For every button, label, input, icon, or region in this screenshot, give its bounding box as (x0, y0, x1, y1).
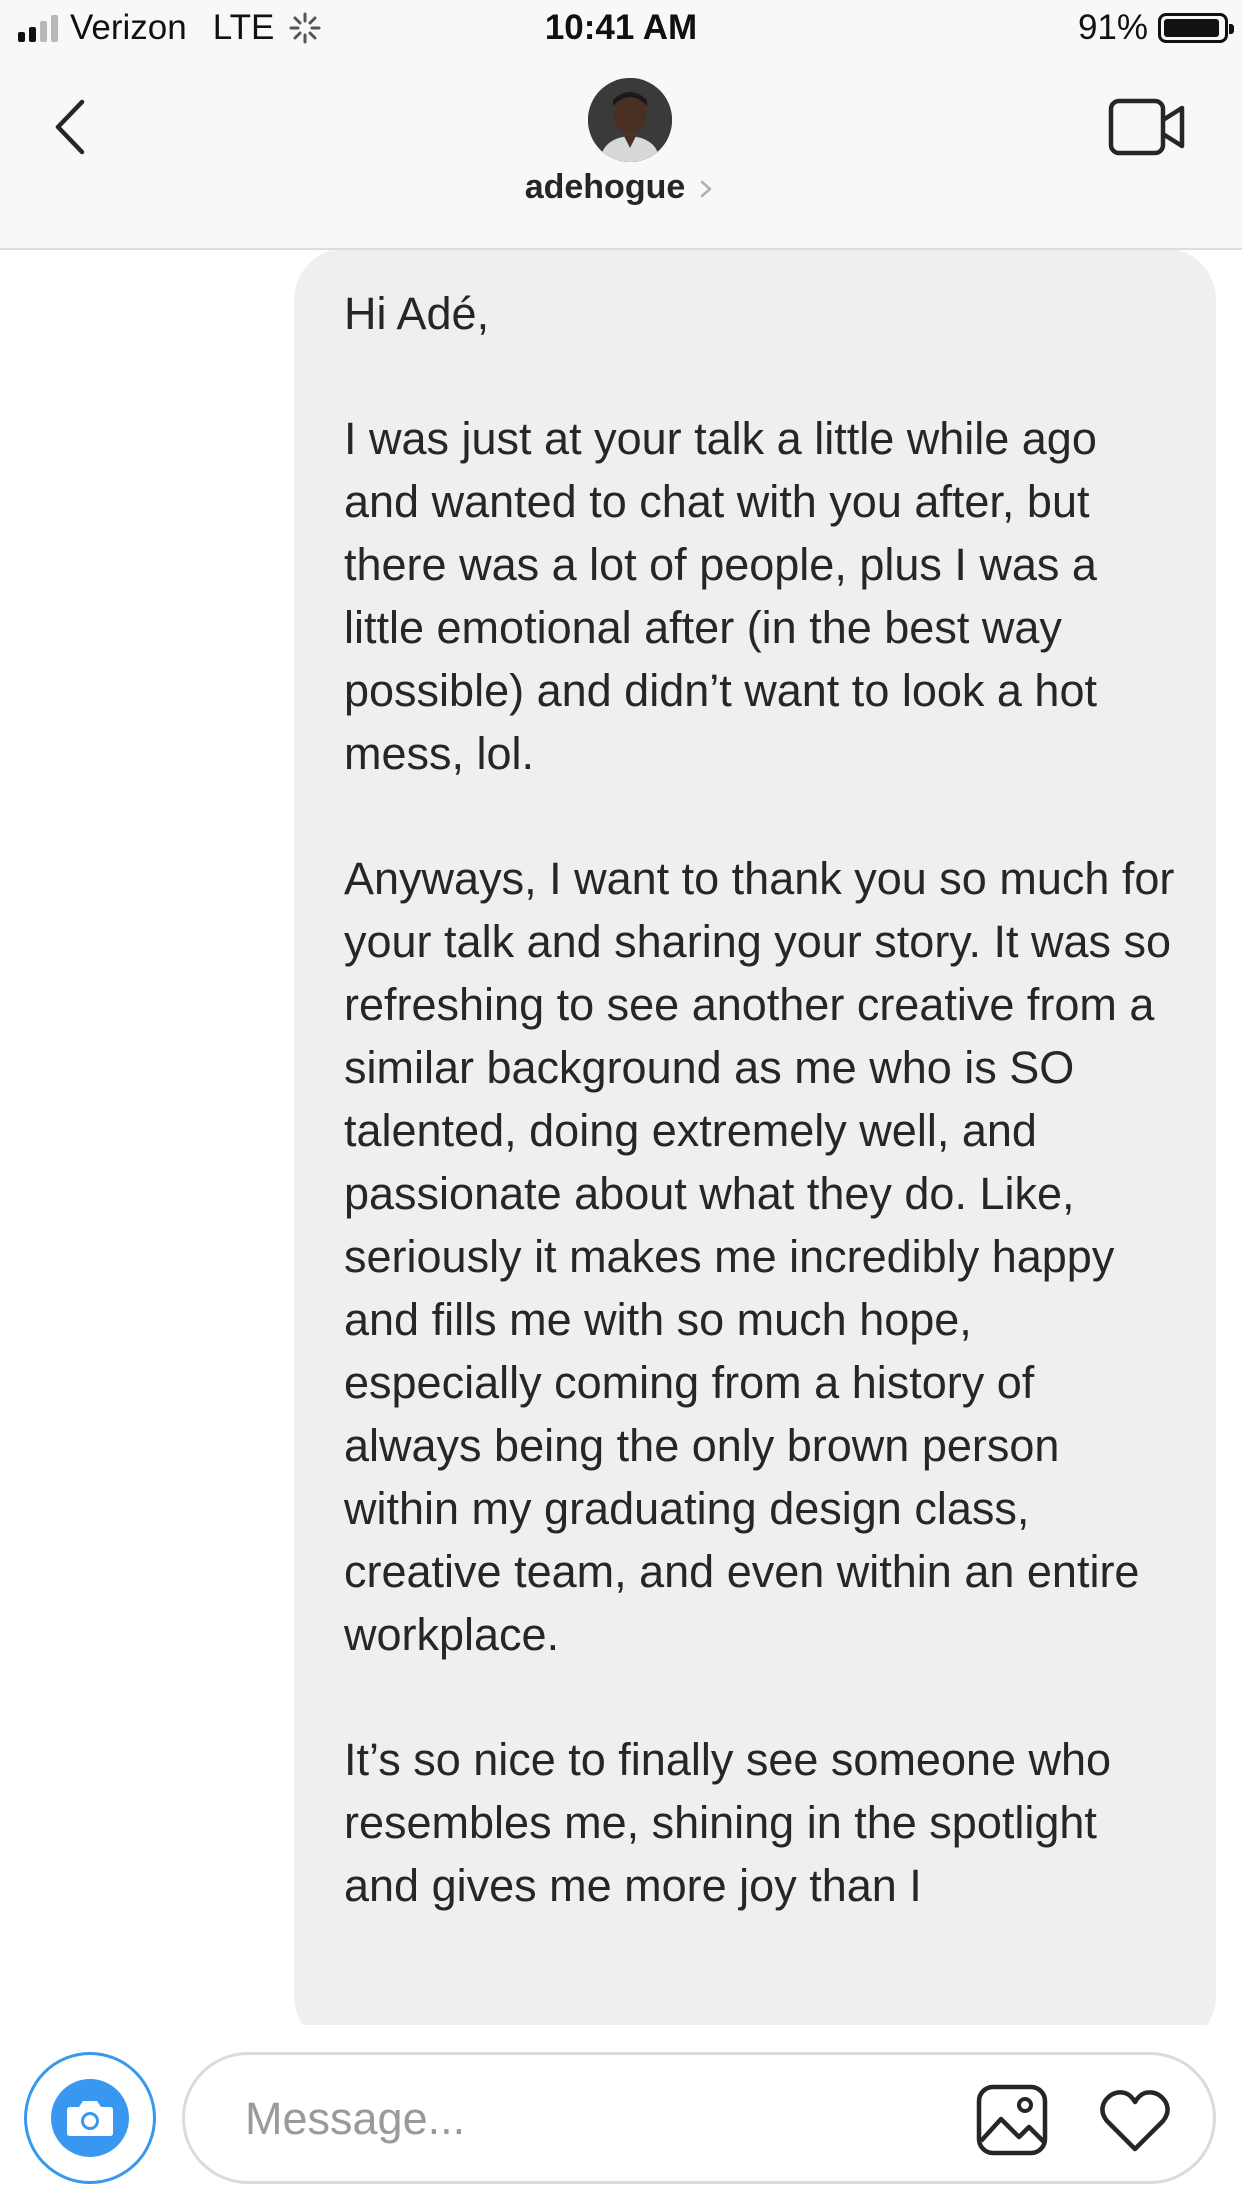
message-thread[interactable]: Hi Adé, I was just at your talk a little… (0, 250, 1242, 2025)
heart-button[interactable] (1097, 2087, 1173, 2155)
video-call-button[interactable] (1108, 96, 1186, 158)
avatar[interactable] (588, 78, 672, 162)
username-link[interactable]: adehogue (0, 168, 1242, 207)
message-paragraph: It’s so nice to finally see someone who … (344, 1734, 1112, 1911)
image-gallery-button[interactable] (975, 2083, 1049, 2157)
conversation-header: adehogue (0, 62, 1242, 250)
message-input[interactable] (243, 2055, 937, 2183)
message-paragraph: Hi Adé, (344, 288, 490, 339)
battery-level (1164, 19, 1219, 37)
battery-percent: 91% (1077, 8, 1148, 47)
message-field[interactable] (182, 2052, 1216, 2184)
message-paragraph: I was just at your talk a little while a… (344, 413, 1097, 779)
status-right: 91% (1077, 8, 1234, 48)
camera-icon (67, 2101, 113, 2136)
camera-button[interactable] (24, 2052, 156, 2184)
username: adehogue (524, 168, 686, 206)
status-time: 10:41 AM (544, 8, 698, 47)
chevron-right-icon (701, 180, 712, 198)
avatar-photo (588, 78, 672, 162)
status-bar: Verizon LTE 10:41 AM 91% (0, 0, 1242, 62)
message-composer (0, 2025, 1242, 2208)
battery-icon (1158, 13, 1234, 43)
back-button[interactable] (48, 92, 98, 162)
message-paragraph: Anyways, I want to thank you so much for… (344, 853, 1175, 1660)
message-bubble[interactable]: Hi Adé, I was just at your talk a little… (294, 250, 1216, 2025)
